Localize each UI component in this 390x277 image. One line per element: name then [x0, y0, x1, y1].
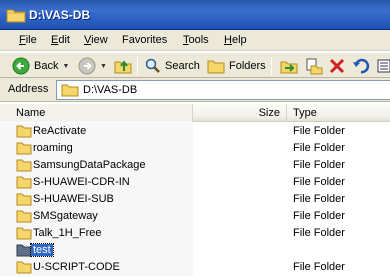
- item-type: File Folder: [293, 125, 345, 137]
- folders-label: Folders: [229, 60, 266, 72]
- delete-button[interactable]: [329, 55, 345, 77]
- address-input[interactable]: D:\VAS-DB: [56, 80, 390, 100]
- item-name: S-HUAWEI-SUB: [33, 193, 114, 205]
- folders-icon: [207, 60, 225, 74]
- item-name: Talk_1H_Free: [33, 227, 102, 239]
- list-item[interactable]: roaming File Folder: [0, 140, 390, 157]
- undo-button[interactable]: [352, 55, 370, 77]
- search-button[interactable]: Search: [145, 55, 200, 77]
- address-bar: Address D:\VAS-DB: [0, 78, 390, 102]
- item-type: File Folder: [293, 227, 345, 239]
- item-name: ReActivate: [33, 125, 87, 137]
- folder-icon: [16, 142, 32, 155]
- undo-icon: [353, 58, 370, 74]
- up-folder-icon: [114, 60, 132, 74]
- item-type: File Folder: [293, 210, 345, 222]
- folder-icon: [6, 9, 26, 23]
- folder-icon: [16, 244, 32, 257]
- folder-icon: [61, 84, 79, 97]
- menu-edit[interactable]: Edit: [51, 34, 70, 46]
- folder-icon: [16, 227, 32, 240]
- views-icon: [377, 59, 390, 73]
- file-list[interactable]: Name Size Type ReActivate File Folder ro…: [0, 104, 390, 277]
- copy-to-icon: [306, 58, 323, 75]
- toolbar-separator: [137, 57, 138, 75]
- address-value: D:\VAS-DB: [83, 84, 138, 96]
- item-type: File Folder: [293, 193, 345, 205]
- address-label: Address: [8, 83, 49, 95]
- back-dropdown-icon[interactable]: ▼: [62, 63, 69, 70]
- menu-favorites[interactable]: Favorites: [122, 34, 167, 46]
- folder-icon: [16, 159, 32, 172]
- toolbar-separator: [271, 57, 272, 75]
- menu-file-accel: F: [19, 34, 26, 46]
- item-type: File Folder: [293, 176, 345, 188]
- column-header-type[interactable]: Type: [287, 104, 390, 122]
- menu-help[interactable]: Help: [224, 34, 247, 46]
- menu-file[interactable]: File: [19, 34, 37, 46]
- column-header-name[interactable]: Name: [0, 104, 193, 122]
- list-item[interactable]: ReActivate File Folder: [0, 123, 390, 140]
- window-title: D:\VAS-DB: [29, 8, 91, 22]
- list-item[interactable]: S-HUAWEI-CDR-IN File Folder: [0, 174, 390, 191]
- forward-dropdown-icon[interactable]: ▼: [100, 63, 107, 70]
- folder-icon: [16, 125, 32, 138]
- menu-edit-label: dit: [58, 34, 70, 46]
- copy-to-button[interactable]: [305, 55, 323, 77]
- list-item-selected[interactable]: test: [0, 242, 390, 259]
- search-icon: [145, 58, 160, 73]
- forward-button[interactable]: ▼: [78, 55, 107, 77]
- move-to-button[interactable]: [280, 55, 298, 77]
- folder-icon: [16, 261, 32, 274]
- list-item[interactable]: S-HUAWEI-SUB File Folder: [0, 191, 390, 208]
- folders-button[interactable]: Folders: [207, 55, 266, 77]
- folder-icon: [16, 193, 32, 206]
- menu-favorites-label: Favorites: [122, 34, 168, 46]
- back-button[interactable]: Back ▼: [12, 55, 69, 77]
- item-type: File Folder: [293, 142, 345, 154]
- menu-tools-label: ools: [188, 34, 209, 46]
- item-name: U-SCRIPT-CODE: [33, 261, 120, 273]
- menu-view-label: iew: [91, 34, 108, 46]
- up-folder-button[interactable]: [114, 55, 132, 77]
- back-arrow-icon: [12, 57, 30, 75]
- menu-file-label: ile: [25, 34, 37, 46]
- menu-bar: File Edit View Favorites Tools Help: [0, 30, 390, 51]
- forward-arrow-icon: [78, 57, 96, 75]
- menu-tools[interactable]: Tools: [183, 34, 209, 46]
- item-type: File Folder: [293, 261, 345, 273]
- title-bar[interactable]: D:\VAS-DB: [0, 0, 390, 30]
- search-label: Search: [165, 60, 200, 72]
- views-button[interactable]: [377, 55, 390, 77]
- back-label: Back: [34, 60, 59, 72]
- toolbar: Back ▼ ▼ Search Folders: [0, 52, 390, 78]
- list-item[interactable]: SamsungDataPackage File Folder: [0, 157, 390, 174]
- menu-view[interactable]: View: [84, 34, 108, 46]
- list-item[interactable]: Talk_1H_Free File Folder: [0, 225, 390, 242]
- item-type: File Folder: [293, 159, 345, 171]
- list-item[interactable]: SMSgateway File Folder: [0, 208, 390, 225]
- item-name: SamsungDataPackage: [33, 159, 146, 171]
- folder-icon: [16, 176, 32, 189]
- item-name: SMSgateway: [33, 210, 98, 222]
- item-name: S-HUAWEI-CDR-IN: [33, 176, 130, 188]
- column-header-size[interactable]: Size: [193, 104, 287, 122]
- item-name: test: [30, 243, 54, 257]
- folder-icon: [16, 210, 32, 223]
- item-name: roaming: [33, 142, 73, 154]
- move-to-icon: [280, 61, 298, 74]
- list-item[interactable]: U-SCRIPT-CODE File Folder: [0, 259, 390, 276]
- menu-help-accel: H: [224, 34, 232, 46]
- menu-help-label: elp: [231, 34, 247, 46]
- list-header: Name Size Type: [0, 104, 390, 122]
- delete-x-icon: [329, 58, 345, 74]
